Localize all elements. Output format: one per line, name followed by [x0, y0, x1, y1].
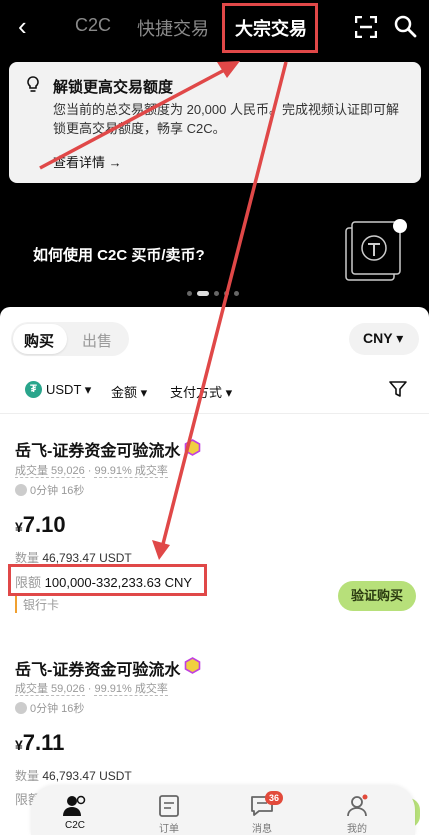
unlock-banner[interactable]: 解锁更高交易额度 您当前的总交易额度为 20,000 人民币。完成视频认证即可解… [9, 62, 421, 183]
filter-icon[interactable] [389, 380, 407, 398]
quantity: 数量 46,793.47 USDT [15, 767, 132, 784]
scan-icon[interactable] [355, 16, 377, 38]
quantity-value: 46,793.47 USDT [42, 551, 132, 565]
bottom-tab-c2c[interactable]: C2C [45, 794, 105, 831]
carousel-dot[interactable] [214, 290, 219, 296]
verified-badge-icon [184, 439, 201, 456]
price: ¥7.11 [15, 730, 64, 756]
carousel-dots [187, 290, 239, 296]
release-time-text: 0分钟 16秒 [30, 485, 85, 497]
price-value: 7.10 [22, 512, 66, 537]
bottom-tab-messages[interactable]: 消息 [232, 794, 292, 835]
amount-filter-label: 金额 [111, 385, 138, 400]
clock-icon [15, 702, 27, 714]
caret-down-icon: ▾ [84, 382, 92, 397]
divider [0, 413, 429, 414]
volume-text: 成交量 59,026 [15, 465, 85, 478]
tab-c2c[interactable]: C2C [75, 15, 111, 36]
release-time: 0分钟 16秒 [15, 700, 84, 716]
sell-tab[interactable]: 出售 [82, 330, 112, 351]
carousel-dot[interactable] [187, 290, 192, 296]
merchant-stats: 成交量 59,026 · 99.91% 成交率 [15, 683, 168, 696]
merchant-name[interactable]: 岳飞-证券资金可验流水 [15, 656, 180, 680]
price: ¥7.10 [15, 512, 66, 538]
person-icon [63, 795, 86, 816]
completion-rate: 99.91% 成交率 [94, 683, 168, 696]
banner-description: 您当前的总交易额度为 20,000 人民币。完成视频认证即可解锁更高交易额度，畅… [53, 102, 399, 136]
bottom-tab-label: 我的 [347, 824, 367, 835]
order-icon [159, 795, 179, 817]
payment-method: 银行卡 [15, 596, 59, 613]
banner-details-link[interactable]: 查看详情 → [53, 152, 122, 171]
currency-symbol: ¥ [15, 519, 23, 535]
volume-text: 成交量 59,026 [15, 683, 85, 696]
coin-filter-label: USDT [46, 382, 82, 397]
bottom-tab-orders[interactable]: 订单 [139, 794, 199, 835]
completion-rate: 99.91% 成交率 [94, 465, 168, 478]
bottom-nav: C2C 订单 消息 我的 [31, 786, 415, 835]
banner-title: 解锁更高交易额度 [53, 79, 174, 96]
currency-symbol: ¥ [15, 737, 23, 753]
lightbulb-icon [27, 76, 39, 92]
carousel-dot[interactable] [234, 290, 239, 296]
quantity-label: 数量 [15, 769, 40, 783]
bottom-tab-profile[interactable]: 我的 [327, 794, 387, 835]
guide-card-icon [345, 219, 407, 281]
release-time-text: 0分钟 16秒 [30, 703, 85, 715]
usdt-icon: ₮ [25, 381, 42, 398]
carousel-dot[interactable] [224, 290, 229, 296]
annotation-box-tab [222, 3, 318, 53]
bottom-tab-label: 订单 [159, 824, 179, 835]
top-nav: ‹ C2C 快捷交易 大宗交易 [0, 0, 429, 54]
bottom-tab-label: 消息 [252, 824, 272, 835]
release-time: 0分钟 16秒 [15, 482, 84, 498]
profile-icon [347, 794, 368, 817]
price-value: 7.11 [22, 730, 65, 755]
annotation-box-limit [8, 564, 207, 596]
merchant-stats: 成交量 59,026 · 99.91% 成交率 [15, 465, 168, 478]
promo-text[interactable]: 如何使用 C2C 买币/卖币? [33, 244, 205, 265]
quantity-label: 数量 [15, 551, 40, 565]
bottom-tab-label: C2C [64, 820, 85, 831]
amount-filter[interactable]: 金额 ▾ [111, 382, 147, 401]
verify-buy-button[interactable]: 验证购买 [338, 581, 416, 611]
currency-select[interactable]: CNY ▾ [349, 323, 419, 355]
carousel-dot-active[interactable] [197, 290, 209, 296]
caret-down-icon: ▾ [140, 385, 148, 400]
caret-down-icon: ▾ [396, 330, 404, 346]
back-icon[interactable]: ‹ [18, 12, 40, 40]
merchant-name[interactable]: 岳飞-证券资金可验流水 [15, 437, 180, 461]
payment-filter[interactable]: 支付方式 ▾ [170, 382, 232, 401]
currency-value: CNY [363, 330, 393, 346]
caret-down-icon: ▾ [225, 385, 233, 400]
payment-filter-label: 支付方式 [170, 385, 223, 400]
clock-icon [15, 484, 27, 496]
verified-badge-icon [184, 657, 201, 674]
search-icon[interactable] [393, 14, 417, 38]
message-count-badge: 36 [265, 791, 283, 805]
quantity-value: 46,793.47 USDT [42, 769, 132, 783]
coin-filter[interactable]: USDT ▾ [46, 382, 91, 398]
tab-quick-trade[interactable]: 快捷交易 [137, 15, 209, 41]
buy-tab[interactable]: 购买 [24, 330, 54, 351]
